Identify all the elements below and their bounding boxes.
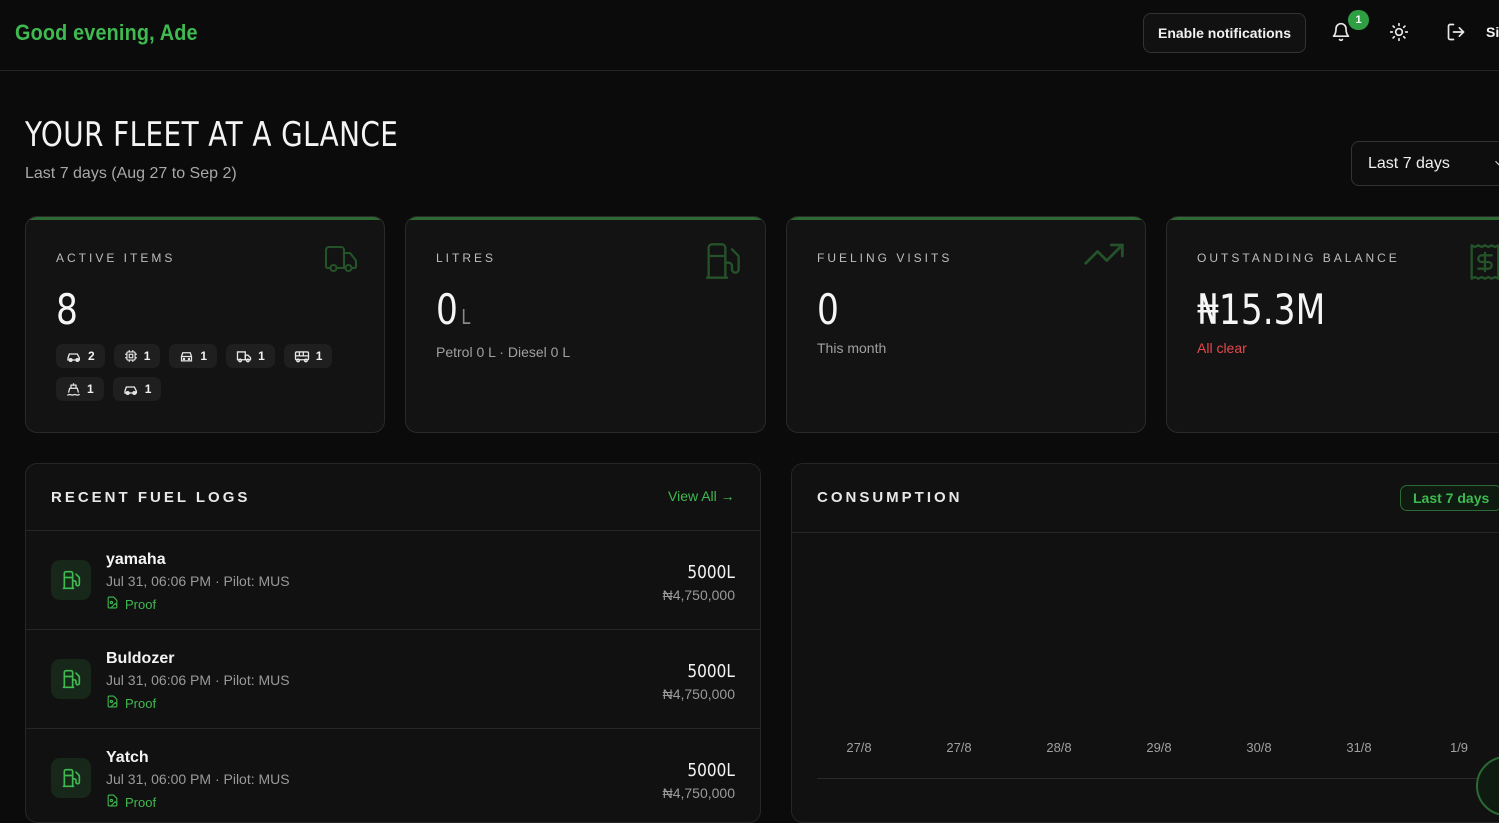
fueling-visits-card: FUELING VISITS 0 This month — [786, 216, 1146, 433]
proof-link[interactable]: Proof — [106, 695, 156, 711]
log-amount: ₦4,750,000 — [662, 587, 735, 603]
fuel-pump-icon — [51, 560, 91, 600]
chip-generator: 1 — [113, 344, 161, 368]
boat-icon — [66, 382, 81, 397]
car-front-icon — [179, 350, 194, 363]
card-label: LITRES — [436, 251, 497, 265]
log-name: yamaha — [106, 551, 166, 568]
page-subtitle: Last 7 days (Aug 27 to Sep 2) — [25, 165, 237, 182]
log-amount: ₦4,750,000 — [662, 785, 735, 801]
panel-title: CONSUMPTION — [817, 489, 963, 506]
x-tick-label: 27/8 — [946, 740, 972, 755]
litres-value: 0 — [436, 285, 458, 334]
card-label: OUTSTANDING BALANCE — [1197, 251, 1400, 265]
chip-car: 2 — [56, 344, 105, 368]
car-icon — [66, 350, 82, 362]
chip-count: 1 — [143, 349, 151, 363]
recent-fuel-logs-panel: RECENT FUEL LOGS View All → yamaha Jul 3… — [25, 463, 761, 823]
consumption-chart: 27/8 27/8 28/8 29/8 30/8 31/8 1/9 — [792, 532, 1499, 812]
card-label: FUELING VISITS — [817, 251, 953, 265]
proof-label: Proof — [125, 596, 157, 612]
notification-count-badge: 1 — [1348, 10, 1369, 30]
top-bar: Good evening, Ade Enable notifications 1… — [0, 0, 1499, 71]
logout-icon[interactable] — [1444, 20, 1468, 44]
log-meta: Jul 31, 06:06 PM · Pilot: MUS — [106, 672, 290, 688]
log-litres: 5000L — [687, 760, 735, 781]
consumption-range-pill[interactable]: Last 7 days — [1400, 485, 1499, 511]
x-tick-label: 1/9 — [1449, 740, 1469, 755]
file-image-icon — [106, 695, 119, 711]
date-range-select[interactable]: Last 7 days — [1351, 141, 1499, 186]
card-value: 0 — [817, 285, 839, 334]
card-label: ACTIVE ITEMS — [56, 251, 176, 265]
chevron-down-icon — [1492, 156, 1499, 175]
generator-icon — [124, 349, 138, 363]
date-range-value: Last 7 days — [1368, 154, 1450, 172]
bus-icon — [294, 350, 310, 363]
x-tick-label: 27/8 — [846, 740, 872, 755]
card-value: 8 — [56, 285, 78, 334]
receipt-icon — [1465, 241, 1499, 288]
list-item[interactable]: yamaha Jul 31, 06:06 PM · Pilot: MUS Pro… — [26, 530, 760, 629]
outstanding-balance-card: OUTSTANDING BALANCE ₦15.3M All clear — [1166, 216, 1499, 433]
item-type-chips: 2 1 1 1 1 1 1 — [56, 344, 356, 401]
list-item[interactable]: Buldozer Jul 31, 06:06 PM · Pilot: MUS P… — [26, 629, 760, 728]
chip-car: 1 — [112, 377, 162, 401]
chip-count: 1 — [144, 382, 152, 396]
log-amount: ₦4,750,000 — [662, 686, 735, 702]
x-tick-label: 29/8 — [1146, 740, 1172, 755]
card-subtext: All clear — [1197, 340, 1247, 356]
view-all-link[interactable]: View All → — [668, 488, 735, 504]
chip-bus: 1 — [283, 344, 333, 368]
trending-up-icon — [1082, 241, 1126, 276]
chip-boat: 1 — [56, 377, 104, 401]
chip-count: 1 — [315, 349, 323, 363]
litres-card: LITRES 0L Petrol 0 L · Diesel 0 L — [405, 216, 766, 433]
card-value: 0L — [436, 285, 470, 334]
sun-icon[interactable] — [1387, 20, 1411, 44]
list-item[interactable]: Yatch Jul 31, 06:00 PM · Pilot: MUS Proo… — [26, 728, 760, 822]
log-meta: Jul 31, 06:06 PM · Pilot: MUS — [106, 573, 290, 589]
chip-count: 1 — [258, 349, 265, 363]
car-icon — [123, 383, 139, 395]
page-title: YOUR FLEET AT A GLANCE — [25, 115, 399, 155]
log-meta: Jul 31, 06:00 PM · Pilot: MUS — [106, 771, 290, 787]
card-subtext: Petrol 0 L · Diesel 0 L — [436, 344, 571, 360]
card-subtext: This month — [817, 340, 887, 356]
file-image-icon — [106, 794, 119, 810]
active-items-card: ACTIVE ITEMS 8 2 1 1 1 1 1 1 — [25, 216, 385, 433]
chip-count: 1 — [200, 349, 208, 363]
greeting: Good evening, Ade — [15, 20, 198, 45]
fuel-pump-icon — [51, 758, 91, 798]
x-axis-line — [817, 778, 1499, 779]
truck-icon — [320, 241, 362, 282]
consumption-panel: CONSUMPTION Last 7 days 27/8 27/8 28/8 29/8… — [791, 463, 1499, 823]
proof-label: Proof — [125, 695, 157, 711]
panel-title: RECENT FUEL LOGS — [51, 489, 251, 506]
truck-icon — [236, 350, 252, 363]
log-litres: 5000L — [687, 661, 735, 682]
enable-notifications-button[interactable]: Enable notifications — [1143, 13, 1306, 53]
proof-label: Proof — [125, 794, 157, 810]
log-litres: 5000L — [687, 562, 735, 583]
chip-car-front: 1 — [169, 344, 218, 368]
chip-count: 1 — [87, 382, 94, 396]
proof-link[interactable]: Proof — [106, 596, 156, 612]
log-name: Yatch — [106, 749, 149, 766]
sign-out-label[interactable]: Si — [1486, 24, 1499, 40]
proof-link[interactable]: Proof — [106, 794, 156, 810]
card-value: ₦15.3M — [1197, 285, 1326, 334]
fuel-pump-icon — [702, 241, 742, 286]
x-tick-label: 30/8 — [1246, 740, 1272, 755]
chip-truck: 1 — [226, 344, 275, 368]
chip-count: 2 — [88, 349, 95, 363]
fuel-log-list: yamaha Jul 31, 06:06 PM · Pilot: MUS Pro… — [26, 530, 760, 822]
x-tick-label: 28/8 — [1046, 740, 1072, 755]
litres-unit: L — [461, 305, 471, 329]
file-image-icon — [106, 596, 119, 612]
log-name: Buldozer — [106, 650, 175, 667]
x-tick-label: 31/8 — [1346, 740, 1372, 755]
fuel-pump-icon — [51, 659, 91, 699]
